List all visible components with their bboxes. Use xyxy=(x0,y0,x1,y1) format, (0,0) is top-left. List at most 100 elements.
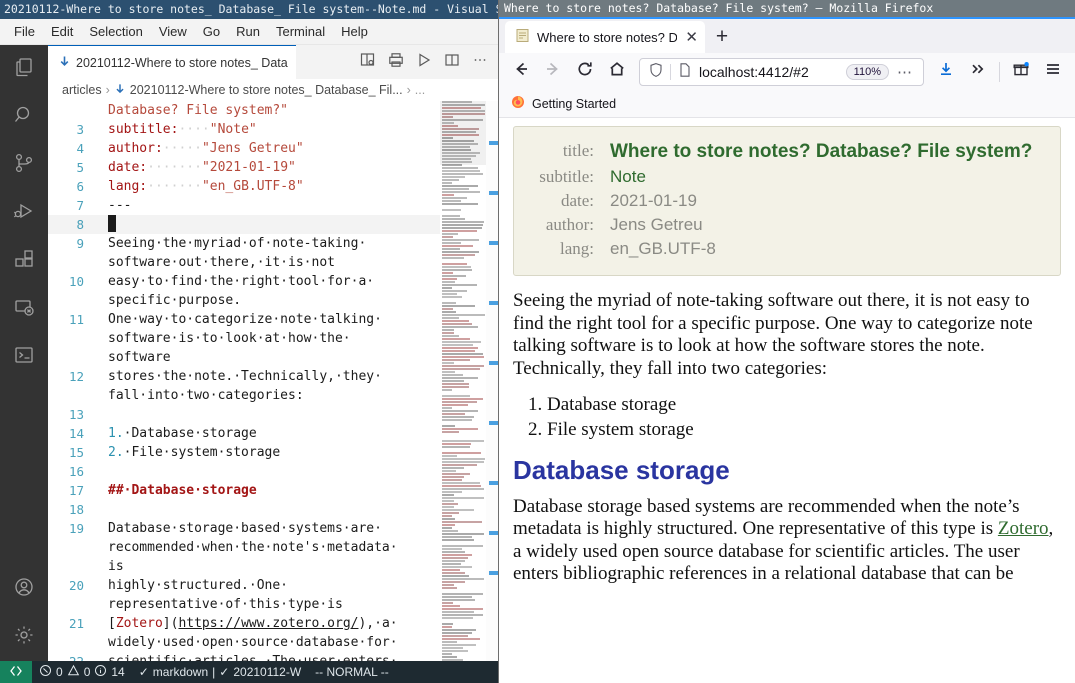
code-line: 10easy·to·find·the·right·tool·for·a· xyxy=(48,272,500,291)
url-text[interactable]: localhost:4412/#2 xyxy=(699,64,840,80)
minimap-line xyxy=(442,176,465,178)
activitybar-item-terminal[interactable] xyxy=(0,333,48,381)
code-token: representative·of·this·type·is xyxy=(108,597,343,612)
breadcrumb-root[interactable]: articles xyxy=(62,83,102,97)
activitybar-item-remote-explorer[interactable] xyxy=(0,285,48,333)
line-number: 3 xyxy=(48,120,94,139)
menu-selection[interactable]: Selection xyxy=(81,22,150,41)
minimap-line xyxy=(442,605,460,607)
minimap-line xyxy=(442,530,458,532)
editor-tab-active[interactable]: 20210112-Where to store notes_ Data xyxy=(48,45,296,79)
browser-tab-active[interactable]: Where to store notes? D ✕ xyxy=(505,21,705,53)
breadcrumb-file[interactable]: 20210112-Where to store notes_ Database_… xyxy=(130,83,403,97)
run-icon[interactable] xyxy=(416,52,432,73)
new-tab-button[interactable]: + xyxy=(705,21,739,53)
breadcrumb-tail[interactable]: ... xyxy=(415,83,425,97)
print-icon[interactable] xyxy=(388,52,404,73)
minimap-line xyxy=(442,185,478,187)
activitybar-item-manage[interactable] xyxy=(0,613,48,661)
minimap-slider[interactable] xyxy=(440,101,486,165)
line-number: · xyxy=(48,557,94,576)
bookmark-getting-started[interactable]: Getting Started xyxy=(532,97,616,111)
firefox-title-bar: Where to store notes? Database? File sys… xyxy=(499,0,1075,17)
minimap-line xyxy=(442,305,475,307)
address-bar[interactable]: localhost:4412/#2 110% ⋯ xyxy=(639,58,924,86)
code-line: ·software·is·to·look·at·how·the· xyxy=(48,329,500,348)
back-button[interactable] xyxy=(506,57,536,87)
minimap-line xyxy=(442,257,464,259)
forward-button[interactable] xyxy=(538,57,568,87)
status-file-short: 20210112-W xyxy=(233,665,301,679)
code-line: ·software xyxy=(48,348,500,367)
page-actions-icon[interactable]: ⋯ xyxy=(895,63,915,81)
zotero-link[interactable]: Zotero xyxy=(998,518,1049,539)
editor-minimap[interactable] xyxy=(440,101,486,661)
code-token: stores·the·note.·Technically,·they· xyxy=(108,369,382,384)
code-token: ·Database·storage xyxy=(124,426,257,441)
minimap-line xyxy=(442,182,452,184)
line-number: 12 xyxy=(48,367,94,386)
minimap-line xyxy=(442,536,472,538)
menu-edit[interactable]: Edit xyxy=(43,22,81,41)
minimap-line xyxy=(442,344,473,346)
minimap-line xyxy=(442,539,474,541)
table-row: lang: en_GB.UTF-8 xyxy=(524,237,1044,261)
line-number: 8 xyxy=(48,215,94,234)
status-separator: | xyxy=(212,665,215,679)
vscode-status-bar: 0 0 14 ✓ markdown | ✓ 20210112-W -- NORM… xyxy=(0,661,500,683)
files-icon xyxy=(13,56,35,83)
close-icon[interactable]: ✕ xyxy=(685,28,698,46)
minimap-line xyxy=(442,188,469,190)
split-preview-icon[interactable] xyxy=(360,52,376,73)
minimap-line xyxy=(442,629,476,631)
minimap-line xyxy=(442,599,475,601)
activitybar-item-extensions[interactable] xyxy=(0,237,48,285)
activitybar-item-search[interactable] xyxy=(0,93,48,141)
scrollbar-marker xyxy=(489,481,498,485)
code-token: ····· xyxy=(163,141,202,156)
activitybar-item-run-and-debug[interactable] xyxy=(0,189,48,237)
app-menu-button[interactable] xyxy=(1038,57,1068,87)
code-line: ·Database? File system?" xyxy=(48,101,500,120)
minimap-line xyxy=(442,587,457,589)
status-problems[interactable]: 0 0 14 xyxy=(32,664,132,680)
menu-file[interactable]: File xyxy=(6,22,43,41)
overflow-button[interactable] xyxy=(963,57,993,87)
code-editor[interactable]: ·Database? File system?"3subtitle:····"N… xyxy=(48,101,500,661)
minimap-line xyxy=(442,461,484,463)
more-actions-icon[interactable] xyxy=(472,52,488,73)
gift-button[interactable] xyxy=(1006,57,1036,87)
minimap-line xyxy=(442,380,464,382)
home-button[interactable] xyxy=(602,57,632,87)
minimap-line xyxy=(442,656,457,658)
menu-view[interactable]: View xyxy=(151,22,195,41)
code-token: specific·purpose. xyxy=(108,293,241,308)
meta-value-author: Jens Getreu xyxy=(610,213,1044,237)
menu-run[interactable]: Run xyxy=(228,22,268,41)
activitybar-item-explorer[interactable] xyxy=(0,45,48,93)
shield-icon[interactable] xyxy=(648,62,664,81)
status-language-mode[interactable]: ✓ markdown | ✓ 20210112-W xyxy=(132,665,308,679)
minimap-line xyxy=(442,359,470,361)
reload-button[interactable] xyxy=(570,57,600,87)
remote-host-icon xyxy=(9,664,23,681)
activitybar-item-source-control[interactable] xyxy=(0,141,48,189)
status-remote-indicator[interactable] xyxy=(0,661,32,683)
line-number: · xyxy=(48,595,94,614)
vscode-menu-bar: File Edit Selection View Go Run Terminal… xyxy=(0,19,500,45)
minimap-line xyxy=(442,203,478,205)
zoom-level-badge[interactable]: 110% xyxy=(846,64,889,80)
minimap-line xyxy=(442,653,452,655)
minimap-line xyxy=(442,338,470,340)
minimap-line xyxy=(442,623,453,625)
line-number: · xyxy=(48,291,94,310)
menu-help[interactable]: Help xyxy=(333,22,376,41)
activitybar-item-accounts[interactable] xyxy=(0,565,48,613)
minimap-line xyxy=(442,641,457,643)
downloads-button[interactable] xyxy=(931,57,961,87)
menu-go[interactable]: Go xyxy=(195,22,228,41)
minimap-line xyxy=(442,407,452,409)
menu-terminal[interactable]: Terminal xyxy=(268,22,333,41)
scrollbar-marker xyxy=(489,241,498,245)
split-editor-icon[interactable] xyxy=(444,52,460,73)
